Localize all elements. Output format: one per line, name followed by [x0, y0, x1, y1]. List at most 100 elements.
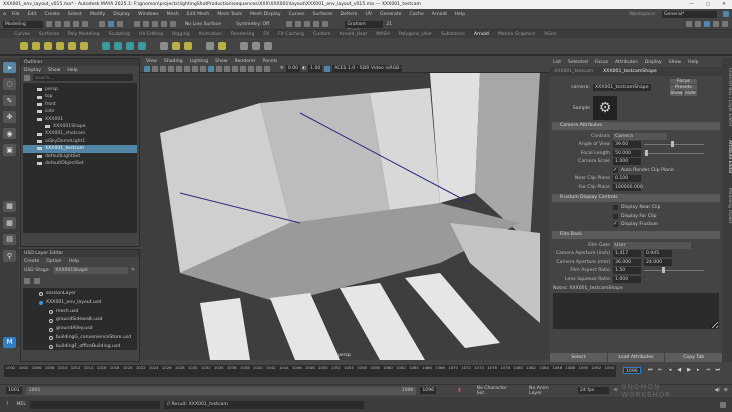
anim-layer-select[interactable]: No Anim Layer [529, 386, 562, 396]
tab-attribute-editor[interactable]: Attribute Editor [722, 140, 732, 174]
outliner-item[interactable]: front [23, 101, 137, 108]
pin-icon[interactable]: ✎ [131, 268, 135, 273]
live-surface-field[interactable]: No Live Surface [185, 22, 221, 27]
close-button[interactable]: ✕ [722, 2, 726, 7]
near-clip-field[interactable]: 0.100 [613, 175, 641, 182]
step-forward-icon[interactable]: ▸ [697, 367, 700, 373]
render-view-icon[interactable] [240, 42, 248, 50]
resolution-gate-icon[interactable] [192, 66, 198, 72]
filter-icon[interactable] [24, 75, 30, 81]
menu-file[interactable]: File [12, 12, 20, 17]
attr-menu-show[interactable]: Show [669, 60, 681, 65]
anim-prefs-icon[interactable]: ⚙ [724, 388, 728, 393]
photometric-light-icon[interactable] [44, 42, 52, 50]
timeline-ticks[interactable]: 1002100410061008101010121014101610181020… [4, 365, 616, 377]
shelf-tab-curves[interactable]: Curves [14, 32, 30, 37]
camera-attributes-icon[interactable] [152, 66, 158, 72]
menu-edit-mesh[interactable]: Edit Mesh [187, 12, 209, 17]
angle-of-view-slider[interactable] [644, 144, 704, 145]
outliner-item[interactable]: persp [23, 86, 137, 93]
auto-clip-checkbox[interactable]: ✓ [613, 168, 618, 173]
light-portal-icon[interactable] [68, 42, 76, 50]
display-far-clip-checkbox[interactable] [613, 214, 618, 219]
usd-layer-item[interactable]: groundAlley.usd [23, 325, 137, 334]
open-scene-icon[interactable] [55, 21, 61, 27]
gamma-field[interactable]: 1.00 [308, 65, 322, 72]
menu-mesh[interactable]: Mesh [167, 12, 179, 17]
outliner-layout-icon[interactable]: ▤ [3, 234, 16, 245]
gate-mask-icon[interactable] [200, 66, 206, 72]
sign-in-icon[interactable] [723, 11, 729, 17]
attr-menu-list[interactable]: List [553, 60, 561, 65]
export-standin-icon[interactable] [114, 42, 122, 50]
outliner-item[interactable]: XXX001_testcam [23, 145, 137, 152]
play-forward-icon[interactable]: ▶ [687, 367, 691, 373]
standin-icon[interactable] [102, 42, 110, 50]
mode-select[interactable]: Modeling [3, 21, 43, 28]
mesh-light-icon[interactable] [32, 42, 40, 50]
ao-icon[interactable] [248, 66, 254, 72]
script-editor-icon[interactable] [720, 402, 726, 408]
attribute-editor-icon[interactable] [704, 21, 710, 27]
step-back-icon[interactable]: ◂ [669, 367, 672, 373]
lights-icon[interactable] [232, 66, 238, 72]
shelf-tab-arnold[interactable]: Arnold [474, 32, 489, 37]
shelf-tab-arnold-user[interactable]: Arnold_User [340, 32, 368, 37]
film-gate-icon[interactable] [184, 66, 190, 72]
outliner-item[interactable]: defaultLightSet [23, 153, 137, 160]
hide-button[interactable]: Hide [684, 91, 697, 96]
lasso-tool-icon[interactable]: ◌ [3, 78, 16, 89]
outliner-item[interactable]: XXX001 [23, 116, 137, 123]
menu-cache[interactable]: Cache [410, 12, 424, 17]
undo-icon[interactable] [73, 21, 79, 27]
symmetry-field[interactable]: Symmetry: Off [236, 22, 269, 27]
command-input[interactable] [30, 401, 160, 409]
load-layer-icon[interactable] [34, 278, 40, 284]
merge-operator-icon[interactable] [172, 42, 180, 50]
search-icon[interactable]: ⚲ [3, 250, 16, 261]
redo-icon[interactable] [82, 21, 88, 27]
shelf-tab-sculpting[interactable]: Sculpting [109, 32, 130, 37]
workspace-select[interactable]: General* [662, 11, 717, 18]
usd-layer-item[interactable]: groundSidewalk.usd [23, 316, 137, 325]
ipr-render-icon[interactable] [295, 21, 301, 27]
volume-icon[interactable] [138, 42, 146, 50]
paint-select-icon[interactable]: ✎ [3, 95, 16, 106]
camera-scale-field[interactable]: 1.000 [613, 158, 641, 165]
camera-attributes-section[interactable]: Camera Attributes [552, 122, 720, 130]
fps-select[interactable]: 24 fps [578, 387, 609, 394]
shelf-tab-rigging[interactable]: Rigging [172, 32, 189, 37]
exposure-field[interactable]: 0.00 [286, 65, 300, 72]
minimize-button[interactable]: — [689, 2, 694, 7]
new-scene-icon[interactable] [46, 21, 52, 27]
shelf-tab-fx[interactable]: FX [263, 32, 269, 37]
viewport-menu-show[interactable]: Show [215, 59, 227, 64]
aperture-inch-x-field[interactable]: 1.417 [613, 250, 641, 257]
hypershade-icon[interactable] [313, 21, 319, 27]
menu-windows[interactable]: Windows [138, 12, 159, 17]
help-icon[interactable]: ? [6, 402, 8, 407]
outliner-item[interactable]: side [23, 108, 137, 115]
outliner-item[interactable]: XXX001_shotcam [23, 130, 137, 137]
controls-select[interactable]: Camera [613, 133, 667, 140]
menu-mesh-tools[interactable]: Mesh Tools [217, 12, 242, 17]
shelf-tab-fx-caching[interactable]: FX Caching [278, 32, 304, 37]
select-camera-icon[interactable] [144, 66, 150, 72]
camera-name-field[interactable]: XXX001_testcamShape [593, 84, 651, 91]
menu-modify[interactable]: Modify [90, 12, 105, 17]
aperture-mm-x-field[interactable]: 36.000 [613, 259, 641, 266]
smooth-shade-icon[interactable] [216, 66, 222, 72]
menu-curves[interactable]: Curves [289, 12, 305, 17]
loop-icon[interactable]: ⟲ [613, 388, 617, 393]
go-to-start-icon[interactable]: ⏮ [648, 367, 653, 373]
snap-curve-icon[interactable] [143, 21, 149, 27]
usd-layer-item[interactable]: mesh.usd [23, 308, 137, 317]
presets-button[interactable]: Presets [670, 85, 697, 90]
bookmark-icon[interactable] [160, 66, 166, 72]
viewport-menu-shading[interactable]: Shading [164, 59, 183, 64]
usd-stage-select[interactable]: XXX001Shape [53, 267, 128, 274]
select-hierarchy-icon[interactable] [99, 21, 105, 27]
outliner-menu-show[interactable]: Show [48, 68, 60, 73]
area-light-icon[interactable] [20, 42, 28, 50]
menu-display[interactable]: Display [113, 12, 130, 17]
